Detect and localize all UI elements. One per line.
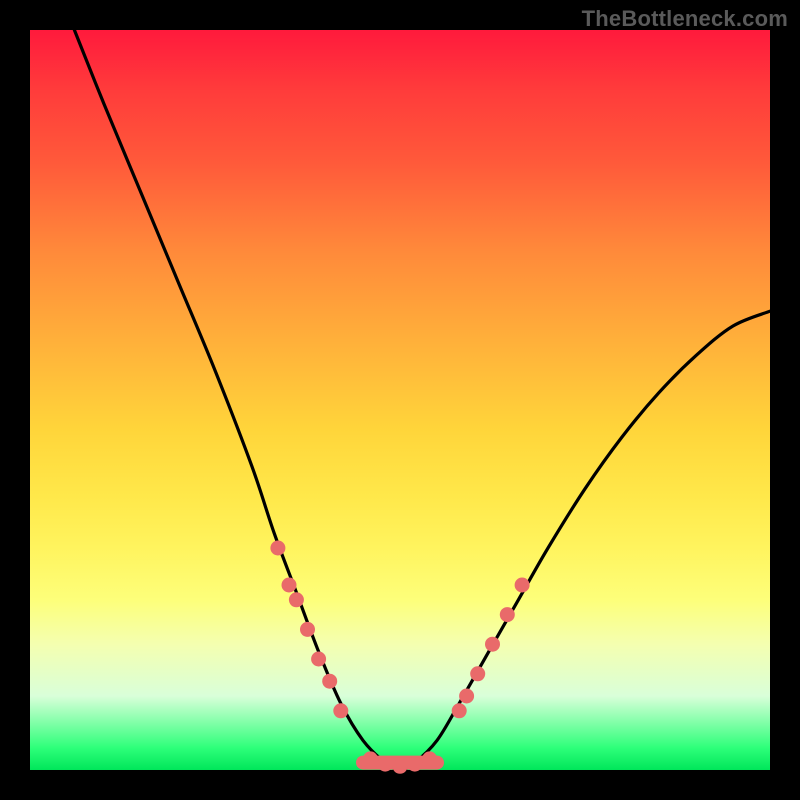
- curve-marker: [270, 541, 285, 556]
- chart-svg: [30, 30, 770, 770]
- curve-marker: [452, 703, 467, 718]
- bottleneck-curve: [74, 30, 770, 770]
- curve-marker: [470, 666, 485, 681]
- curve-marker: [363, 751, 378, 766]
- curve-marker: [407, 757, 422, 772]
- curve-marker: [300, 622, 315, 637]
- curve-marker: [378, 757, 393, 772]
- curve-marker: [422, 751, 437, 766]
- curve-marker: [500, 607, 515, 622]
- curve-marker: [311, 652, 326, 667]
- curve-marker: [459, 689, 474, 704]
- chart-frame: TheBottleneck.com: [0, 0, 800, 800]
- curve-marker: [289, 592, 304, 607]
- watermark-text: TheBottleneck.com: [582, 6, 788, 32]
- chart-plot-area: [30, 30, 770, 770]
- curve-marker: [485, 637, 500, 652]
- curve-markers: [270, 541, 529, 774]
- curve-marker: [322, 674, 337, 689]
- curve-marker: [393, 759, 408, 774]
- curve-marker: [333, 703, 348, 718]
- curve-marker: [282, 578, 297, 593]
- curve-marker: [515, 578, 530, 593]
